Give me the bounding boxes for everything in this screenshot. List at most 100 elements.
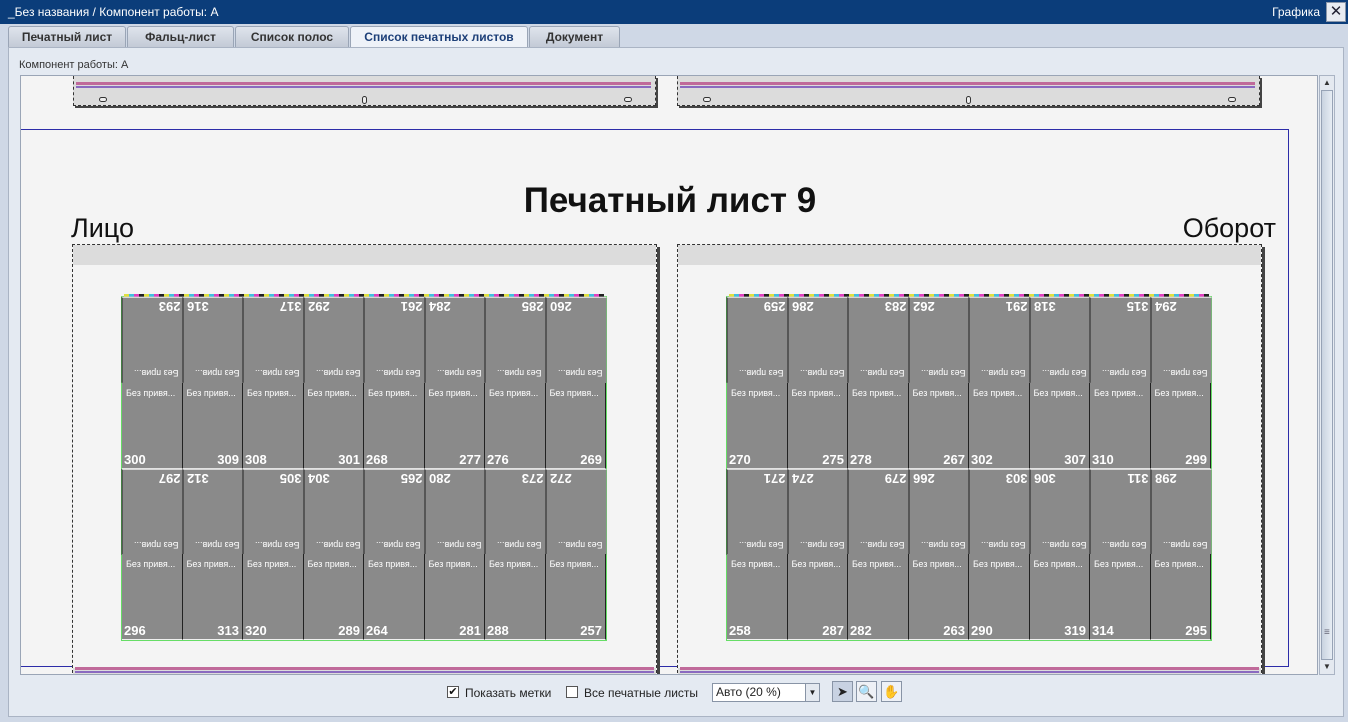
page-cell[interactable]: Без привя... 258 (727, 554, 788, 640)
page-cell[interactable]: Без прив... 318 (1029, 297, 1090, 383)
page-cell[interactable]: Без прив... 280 (424, 468, 485, 555)
page-number: 274 (791, 470, 814, 486)
page-cell[interactable]: Без прив... 279 (848, 468, 909, 555)
page-cell-label: Без привя... (489, 559, 539, 570)
page-cell[interactable]: Без привя... 288 (485, 554, 546, 640)
page-cell[interactable]: Без привя... 319 (1029, 554, 1090, 640)
scroll-up-icon[interactable]: ▲ (1320, 76, 1334, 90)
zoom-select[interactable]: Авто (20 %) ▼ (712, 683, 820, 702)
page-cell[interactable]: Без привя... 302 (969, 382, 1030, 469)
sheet-list-viewport[interactable]: Печатный лист 9 Лицо Оборот Без прив... 2… (20, 75, 1318, 675)
page-cell[interactable]: Без привя... 278 (848, 382, 909, 469)
back-plate[interactable]: Без прив... 259 Без прив... 286 Без прив... 2… (677, 244, 1262, 674)
page-number: 284 (428, 299, 451, 314)
tab-document[interactable]: Документ (529, 26, 620, 47)
page-cell[interactable]: Без прив... 306 (1029, 468, 1090, 555)
back-side-label: Оборот (1182, 213, 1276, 243)
page-cell[interactable]: Без прив... 260 (545, 297, 606, 383)
page-cell[interactable]: Без прив... 259 (727, 297, 788, 383)
select-arrow-icon[interactable]: ➤ (832, 681, 853, 702)
page-cell[interactable]: Без привя... 296 (122, 554, 183, 640)
page-cell[interactable]: Без привя... 268 (364, 382, 425, 469)
page-cell[interactable]: Без привя... 282 (848, 554, 909, 640)
page-number: 310 (1092, 451, 1114, 467)
page-cell[interactable]: Без прив... 286 (787, 297, 848, 383)
page-cell[interactable]: Без прив... 261 (364, 297, 425, 383)
page-cell[interactable]: Без прив... 294 (1150, 297, 1211, 383)
page-number: 319 (1064, 623, 1086, 638)
front-plate[interactable]: Без прив... 293 Без прив... 316 Без прив... 3… (72, 244, 657, 674)
page-cell[interactable]: Без привя... 299 (1150, 382, 1211, 469)
page-cell[interactable]: Без прив... 315 (1090, 297, 1151, 383)
page-cell[interactable]: Без привя... 275 (787, 382, 848, 469)
chevron-down-icon[interactable]: ▼ (805, 684, 819, 701)
page-cell[interactable]: Без прив... 298 (1150, 468, 1211, 555)
tab-fold-sheet[interactable]: Фальц-лист (127, 26, 234, 47)
page-cell[interactable]: Без прив... 305 (243, 468, 304, 555)
page-cell[interactable]: Без привя... 314 (1090, 554, 1151, 640)
close-button[interactable]: ✕ (1326, 2, 1346, 22)
page-cell[interactable]: Без прив... 311 (1090, 468, 1151, 555)
page-cell-label: Без прив... (1101, 367, 1147, 378)
page-cell[interactable]: Без привя... 263 (908, 554, 969, 640)
page-cell[interactable]: Без привя... 264 (364, 554, 425, 640)
page-cell[interactable]: Без прив... 266 (908, 468, 969, 555)
scroll-thumb[interactable]: ≡ (1321, 90, 1333, 660)
page-cell[interactable]: Без привя... 313 (182, 554, 243, 640)
all-sheets-checkbox[interactable] (566, 686, 578, 698)
page-cell[interactable]: Без привя... 310 (1090, 382, 1151, 469)
graphics-label[interactable]: Графика (1272, 5, 1320, 19)
zoom-icon[interactable]: 🔍 (856, 681, 877, 702)
page-cell[interactable]: Без прив... 304 (303, 468, 364, 555)
page-cell[interactable]: Без привя... 290 (969, 554, 1030, 640)
page-cell[interactable]: Без прив... 271 (727, 468, 788, 555)
page-cell-label: Без привя... (852, 387, 902, 398)
page-cell[interactable]: Без привя... 269 (545, 382, 606, 469)
page-cell[interactable]: Без прив... 303 (969, 468, 1030, 555)
page-number: 304 (307, 470, 330, 486)
page-cell[interactable]: Без прив... 272 (545, 468, 606, 555)
page-cell-label: Без привя... (1154, 559, 1204, 570)
page-cell[interactable]: Без привя... 289 (303, 554, 364, 640)
page-cell[interactable]: Без привя... 307 (1029, 382, 1090, 469)
page-cell[interactable]: Без привя... 320 (243, 554, 304, 640)
page-cell[interactable]: Без прив... 265 (364, 468, 425, 555)
page-cell[interactable]: Без прив... 274 (787, 468, 848, 555)
page-cell[interactable]: Без прив... 316 (182, 297, 243, 383)
page-cell[interactable]: Без привя... 276 (485, 382, 546, 469)
page-cell[interactable]: Без прив... 285 (485, 297, 546, 383)
page-cell[interactable]: Без прив... 312 (182, 468, 243, 555)
page-cell-label: Без прив... (1101, 539, 1147, 550)
page-cell[interactable]: Без привя... 277 (424, 382, 485, 469)
page-cell[interactable]: Без привя... 270 (727, 382, 788, 469)
page-cell[interactable]: Без прив... 297 (122, 468, 183, 555)
scroll-down-icon[interactable]: ▼ (1320, 660, 1334, 674)
hand-pan-icon[interactable]: ✋ (881, 681, 902, 702)
page-cell[interactable]: Без привя... 287 (787, 554, 848, 640)
tab-print-sheet-list[interactable]: Список печатных листов (350, 26, 528, 49)
page-cell-label: Без привя... (307, 387, 357, 398)
tab-print-sheet[interactable]: Печатный лист (8, 26, 126, 47)
page-cell[interactable]: Без прив... 262 (908, 297, 969, 383)
page-cell[interactable]: Без привя... 281 (424, 554, 485, 640)
page-cell[interactable]: Без прив... 291 (969, 297, 1030, 383)
tab-page-list[interactable]: Список полос (235, 26, 349, 47)
page-cell[interactable]: Без прив... 273 (485, 468, 546, 555)
page-cell[interactable]: Без прив... 283 (848, 297, 909, 383)
page-cell[interactable]: Без привя... 267 (908, 382, 969, 469)
page-cell[interactable]: Без привя... 301 (303, 382, 364, 469)
vertical-scrollbar[interactable]: ▲ ≡ ▼ (1319, 75, 1335, 675)
page-cell[interactable]: Без привя... 300 (122, 382, 183, 469)
page-cell-label: Без привя... (1094, 559, 1144, 570)
page-cell[interactable]: Без прив... 292 (303, 297, 364, 383)
show-marks-checkbox[interactable]: ✔ (447, 686, 459, 698)
page-cell[interactable]: Без привя... 257 (545, 554, 606, 640)
page-cell[interactable]: Без прив... 293 (122, 297, 183, 383)
page-cell-label: Без привя... (1094, 387, 1144, 398)
page-cell[interactable]: Без привя... 309 (182, 382, 243, 469)
page-cell[interactable]: Без прив... 284 (424, 297, 485, 383)
page-cell[interactable]: Без привя... 295 (1150, 554, 1211, 640)
page-number: 315 (1126, 299, 1149, 314)
page-cell[interactable]: Без прив... 317 (243, 297, 304, 383)
page-cell[interactable]: Без привя... 308 (243, 382, 304, 469)
